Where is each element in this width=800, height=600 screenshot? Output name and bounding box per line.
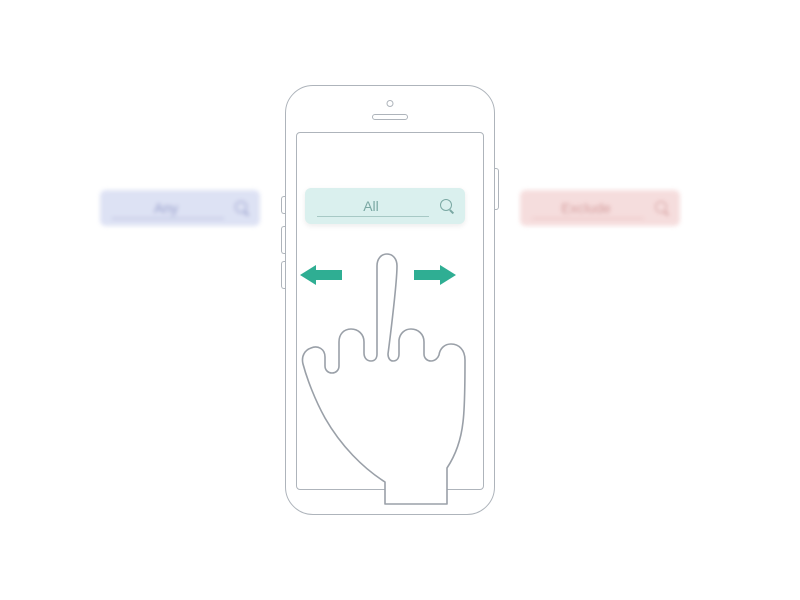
filter-chip-all[interactable]: All <box>305 188 465 224</box>
search-icon <box>654 200 670 216</box>
arrow-right-icon <box>414 268 454 282</box>
phone-screen[interactable] <box>296 132 484 490</box>
earpiece-speaker-icon <box>372 114 408 120</box>
input-underline <box>532 218 644 219</box>
filter-chip-any[interactable]: Any <box>100 190 260 226</box>
search-icon <box>234 200 250 216</box>
phone-volume-down-icon <box>281 261 285 289</box>
phone-power-button-icon <box>495 168 499 210</box>
search-icon <box>439 198 455 214</box>
phone-volume-up-icon <box>281 226 285 254</box>
input-underline <box>317 216 429 217</box>
illustration-stage: Any Exclude All <box>0 0 800 600</box>
earpiece-camera-icon <box>387 100 394 107</box>
filter-label: All <box>363 198 379 214</box>
arrow-left-icon <box>302 268 342 282</box>
filter-label: Any <box>154 200 178 216</box>
input-underline <box>112 218 224 219</box>
phone-outline <box>285 85 495 515</box>
filter-label: Exclude <box>561 200 611 216</box>
phone-mute-switch-icon <box>281 196 285 214</box>
filter-chip-exclude[interactable]: Exclude <box>520 190 680 226</box>
